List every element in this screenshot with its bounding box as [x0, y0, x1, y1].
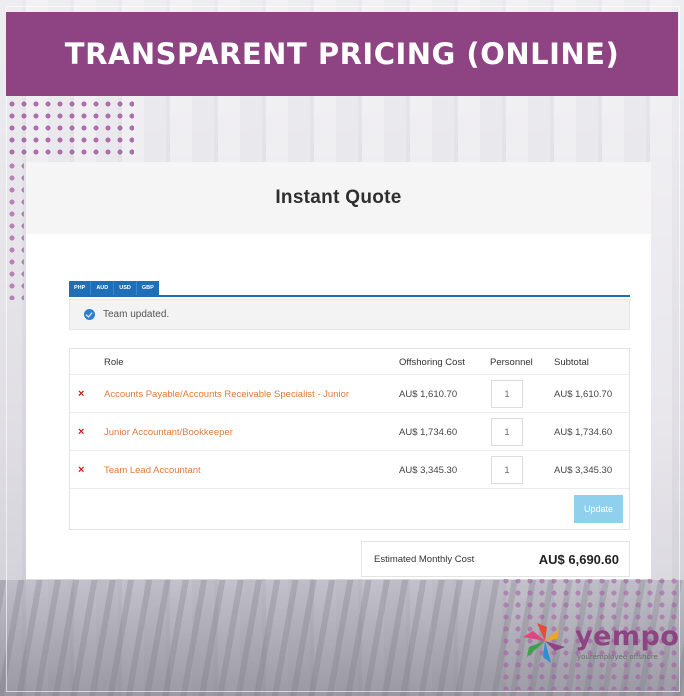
- check-circle-icon: [84, 309, 95, 320]
- estimated-total-box: Estimated Monthly Cost AU$ 6,690.60: [361, 541, 630, 577]
- role-link[interactable]: Junior Accountant/Bookkeeper: [104, 427, 233, 438]
- tab-usd[interactable]: USD: [113, 281, 136, 295]
- tab-php[interactable]: PHP: [69, 281, 91, 295]
- table-header-row: Role Offshoring Cost Personnel Subtotal: [70, 349, 629, 375]
- column-header-cost: Offshoring Cost: [399, 356, 465, 368]
- remove-icon[interactable]: ×: [78, 388, 84, 400]
- total-value: AU$ 6,690.60: [538, 551, 619, 567]
- yempo-logo: yempo youremployee offshore: [517, 619, 680, 669]
- logo-tagline: youremployee offshore: [577, 653, 658, 661]
- personnel-input[interactable]: [491, 380, 523, 408]
- offshoring-cost: AU$ 3,345.30: [399, 464, 458, 476]
- remove-icon[interactable]: ×: [78, 464, 84, 476]
- instant-quote-card: Instant Quote PHP AUD USD GBP Team updat…: [26, 162, 651, 579]
- offshoring-cost: AU$ 1,610.70: [399, 388, 458, 400]
- total-label: Estimated Monthly Cost: [374, 553, 475, 565]
- tab-aud[interactable]: AUD: [90, 281, 114, 295]
- subtotal: AU$ 3,345.30: [554, 464, 613, 476]
- table-row: × Team Lead Accountant AU$ 3,345.30 AU$ …: [70, 451, 629, 489]
- title-banner: TRANSPARENT PRICING (ONLINE): [6, 12, 678, 96]
- table-row: × Junior Accountant/Bookkeeper AU$ 1,734…: [70, 413, 629, 451]
- pinwheel-logo-icon: [523, 623, 565, 663]
- offshoring-cost: AU$ 1,734.60: [399, 426, 458, 438]
- role-link[interactable]: Team Lead Accountant: [104, 465, 201, 476]
- banner-title: TRANSPARENT PRICING (ONLINE): [64, 37, 620, 71]
- tab-underline: [69, 295, 630, 297]
- card-title: Instant Quote: [275, 187, 402, 208]
- role-link[interactable]: Accounts Payable/Accounts Receivable Spe…: [104, 389, 349, 400]
- subtotal: AU$ 1,610.70: [554, 388, 613, 400]
- remove-icon[interactable]: ×: [78, 426, 84, 438]
- card-header: Instant Quote: [26, 162, 651, 234]
- logo-wordmark: yempo: [575, 621, 680, 652]
- table-row: × Accounts Payable/Accounts Receivable S…: [70, 375, 629, 413]
- column-header-personnel: Personnel: [490, 356, 533, 368]
- update-button[interactable]: Update: [574, 495, 623, 523]
- tab-gbp[interactable]: GBP: [135, 281, 159, 295]
- personnel-input[interactable]: [491, 418, 523, 446]
- column-header-role: Role: [104, 356, 124, 368]
- personnel-input[interactable]: [491, 456, 523, 484]
- currency-tabs: PHP AUD USD GBP: [69, 281, 159, 295]
- column-header-subtotal: Subtotal: [554, 356, 589, 368]
- success-alert: Team updated.: [69, 299, 630, 330]
- subtotal: AU$ 1,734.60: [554, 426, 613, 438]
- alert-text: Team updated.: [103, 309, 170, 320]
- quote-table: Role Offshoring Cost Personnel Subtotal …: [69, 348, 630, 530]
